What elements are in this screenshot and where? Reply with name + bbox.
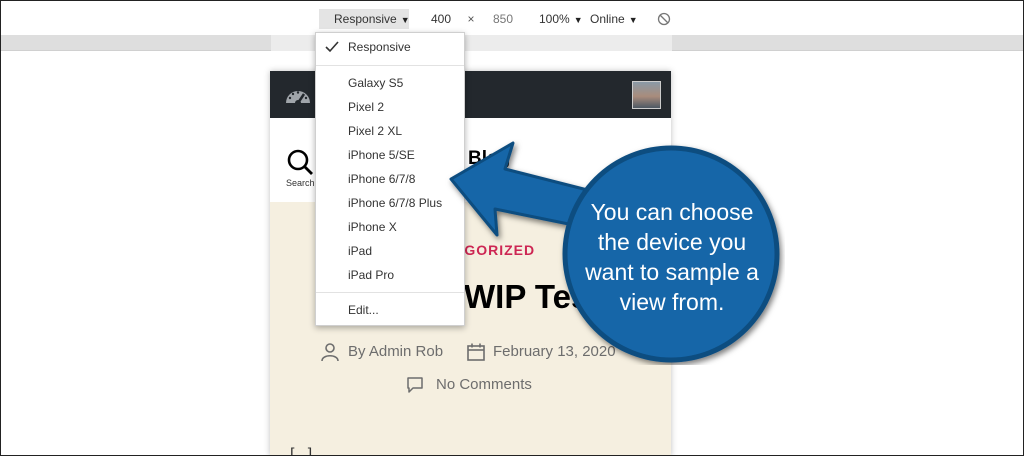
- menu-item-ipad-pro[interactable]: iPad Pro: [348, 266, 394, 284]
- callout-line: the device you: [597, 229, 747, 255]
- callout-line: want to sample a: [585, 259, 759, 285]
- checkmark-icon: [325, 41, 339, 53]
- user-icon: [321, 343, 339, 362]
- dashboard-gauge-icon[interactable]: [283, 83, 313, 107]
- search-icon[interactable]: [286, 148, 314, 176]
- device-select-label: Responsive: [334, 12, 397, 26]
- menu-item-galaxy-s5[interactable]: Galaxy S5: [348, 74, 403, 92]
- comments-link[interactable]: No Comments: [436, 376, 532, 393]
- menu-item-iphone-5-se[interactable]: iPhone 5/SE: [348, 146, 415, 164]
- menu-item-pixel-2-xl[interactable]: Pixel 2 XL: [348, 122, 402, 140]
- menu-item-iphone-x[interactable]: iPhone X: [348, 218, 397, 236]
- chevron-down-icon: ▼: [628, 15, 638, 25]
- zoom-dropdown[interactable]: 100% ▼: [539, 9, 583, 29]
- menu-divider: [316, 65, 464, 66]
- rotate-disabled-icon[interactable]: [657, 12, 671, 26]
- callout-text: You can choose the device you want to sa…: [572, 197, 772, 317]
- chevron-down-icon: ▼: [400, 15, 410, 25]
- devtools-device-toolbar: Responsive ▼ 400 × 850 100% ▼ Online ▼: [1, 1, 1023, 35]
- menu-item-iphone-6-7-8[interactable]: iPhone 6/7/8: [348, 170, 415, 188]
- media-query-ruler[interactable]: [1, 35, 1023, 51]
- menu-item-iphone-6-7-8-plus[interactable]: iPhone 6/7/8 Plus: [348, 194, 442, 212]
- zoom-label: 100%: [539, 12, 570, 26]
- menu-divider: [316, 292, 464, 293]
- dimension-separator: ×: [467, 12, 475, 26]
- comment-icon: [407, 377, 423, 393]
- network-throttle-dropdown[interactable]: Online ▼: [590, 9, 638, 29]
- device-select-dropdown[interactable]: Responsive ▼: [319, 9, 410, 29]
- menu-item-responsive[interactable]: Responsive: [348, 38, 411, 56]
- post-author[interactable]: By Admin Rob: [348, 343, 443, 360]
- network-label: Online: [590, 12, 625, 26]
- search-label: Search: [286, 178, 315, 188]
- width-input[interactable]: 400: [421, 9, 461, 29]
- callout-line: view from.: [619, 289, 725, 315]
- avatar[interactable]: [632, 81, 661, 109]
- menu-item-pixel-2[interactable]: Pixel 2: [348, 98, 384, 116]
- post-content-snippet: [...]: [290, 446, 313, 456]
- height-input[interactable]: 850: [483, 9, 523, 29]
- callout-line: You can choose: [590, 199, 754, 225]
- menu-item-edit[interactable]: Edit...: [348, 301, 379, 319]
- menu-item-ipad[interactable]: iPad: [348, 242, 372, 260]
- device-dropdown-menu: Responsive Galaxy S5 Pixel 2 Pixel 2 XL …: [315, 32, 465, 326]
- chevron-down-icon: ▼: [573, 15, 583, 25]
- post-comments: No Comments: [406, 373, 606, 395]
